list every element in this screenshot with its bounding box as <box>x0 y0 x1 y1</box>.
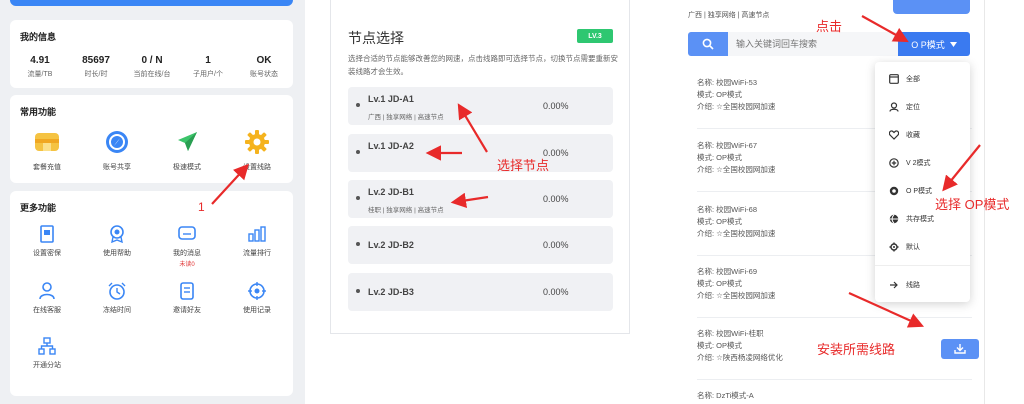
node-selection-description: 选择合适的节点能够改善您的网速，点击线路即可选择节点，切换节点需要重新安装线路才… <box>348 54 618 76</box>
menu-item-all[interactable]: 全部 <box>889 72 920 86</box>
top-bar <box>10 0 293 6</box>
stat-online: 0 / N 当前在线/台 <box>133 55 171 78</box>
chevron-down-icon <box>949 41 957 47</box>
install-route-button[interactable] <box>941 339 979 359</box>
more-my-messages[interactable]: 我的消息 未读0 <box>152 224 222 268</box>
more-functions-card: 更多功能 设置密保 使用帮助 我的消息 未读0 流量排行 在线客服 冻结时间 邀… <box>10 191 293 396</box>
node-item[interactable]: Lv.1 JD-A2 0.00% <box>348 134 613 172</box>
my-info-title: 我的信息 <box>20 32 57 42</box>
node-selection-panel: 节点选择 LV.3 选择合适的节点能够改善您的网速，点击线路即可选择节点，切换节… <box>330 0 630 334</box>
node-item[interactable]: Lv.2 JD-B1 桂职 | 独享网络 | 高速节点 0.00% <box>348 180 613 218</box>
more-online-support[interactable]: 在线客服 <box>12 281 82 315</box>
bullet-icon <box>356 242 360 246</box>
node-name: Lv.2 JD-B3 <box>368 287 414 297</box>
stat-duration: 85697 时长/时 <box>82 55 110 78</box>
node-selection-title: 节点选择 <box>348 30 404 46</box>
more-traffic-ranking[interactable]: 流量排行 <box>222 224 292 258</box>
window-icon <box>889 74 899 84</box>
stat-traffic: 4.91 流量/TB <box>27 55 53 78</box>
func-account-share[interactable]: 账号共享 <box>82 128 152 172</box>
node-percent: 0.00% <box>543 287 569 297</box>
annotation-select-node: 选择节点 <box>497 158 550 173</box>
document-icon <box>37 224 57 244</box>
search-icon <box>702 38 714 50</box>
func-fast-mode[interactable]: 极速模式 <box>152 128 222 172</box>
search-button[interactable] <box>688 32 728 56</box>
menu-item-op-mode[interactable]: O P模式 <box>889 184 932 198</box>
node-tags: 桂职 | 独享网络 | 高速节点 <box>368 207 444 214</box>
node-tags: 广西 | 独享网络 | 高速节点 <box>368 114 444 121</box>
alarm-clock-icon <box>107 281 127 301</box>
menu-divider <box>875 265 970 266</box>
more-help[interactable]: 使用帮助 <box>82 224 152 258</box>
person-icon <box>37 281 57 301</box>
route-item[interactable]: 名称: DzTi模式-A <box>697 390 972 404</box>
network-icon <box>37 336 57 356</box>
menu-item-coexist-mode[interactable]: 共存模式 <box>889 212 934 226</box>
stat-subusers: 1 子用户/个 <box>193 55 223 78</box>
invite-icon <box>177 281 197 301</box>
level-badge: LV.3 <box>577 29 613 43</box>
node-item[interactable]: Lv.2 JD-B3 0.00% <box>348 273 613 311</box>
message-icon <box>177 224 197 244</box>
more-open-substation[interactable]: 开通分站 <box>12 336 82 370</box>
top-button[interactable] <box>893 0 970 14</box>
left-panel: 我的信息 4.91 流量/TB 85697 时长/时 0 / N 当前在线/台 … <box>0 0 305 404</box>
node-name: Lv.1 JD-A2 <box>368 141 414 151</box>
func-set-route[interactable]: 设置线路 <box>222 128 292 172</box>
more-freeze-time[interactable]: 冻结时间 <box>82 281 152 315</box>
annotation-select-op-mode: 选择 OP模式 <box>935 197 1010 212</box>
menu-item-locate[interactable]: 定位 <box>889 100 920 114</box>
plus-circle-icon <box>889 158 899 168</box>
annotation-click: 点击 <box>816 19 843 34</box>
menu-item-v2-mode[interactable]: V 2模式 <box>889 156 931 170</box>
bullet-icon <box>356 289 360 293</box>
node-name: Lv.1 JD-A1 <box>368 94 414 104</box>
menu-item-default[interactable]: 默认 <box>889 240 920 254</box>
node-percent: 0.00% <box>543 101 569 111</box>
node-percent: 0.00% <box>543 240 569 250</box>
more-invite-friends[interactable]: 邀请好友 <box>152 281 222 315</box>
annotation-step-number: 1 <box>198 200 205 214</box>
bullet-icon <box>356 196 360 200</box>
breadcrumb: 广西 | 独享网络 | 高速节点 <box>688 12 770 19</box>
package-icon <box>33 128 61 156</box>
download-icon <box>954 344 966 354</box>
bullet-icon <box>356 150 360 154</box>
globe-icon <box>889 214 899 224</box>
bullet-icon <box>356 103 360 107</box>
node-name: Lv.2 JD-B2 <box>368 240 414 250</box>
paper-plane-icon <box>173 128 201 156</box>
target-icon <box>247 281 267 301</box>
node-item[interactable]: Lv.2 JD-B2 0.00% <box>348 226 613 264</box>
annotation-install-route: 安装所需线路 <box>817 342 896 357</box>
more-usage-records[interactable]: 使用记录 <box>222 281 292 315</box>
heart-icon <box>889 130 899 140</box>
menu-item-favorites[interactable]: 收藏 <box>889 128 920 142</box>
more-functions-title: 更多功能 <box>20 203 57 213</box>
my-info-card: 我的信息 4.91 流量/TB 85697 时长/时 0 / N 当前在线/台 … <box>10 20 293 88</box>
node-item[interactable]: Lv.1 JD-A1 广西 | 独享网络 | 高速节点 0.00% <box>348 87 613 125</box>
node-name: Lv.2 JD-B1 <box>368 187 414 197</box>
node-percent: 0.00% <box>543 194 569 204</box>
op-icon <box>889 186 899 196</box>
mode-dropdown-menu: 全部 定位 收藏 V 2模式 O P模式 共存模式 默认 线路 <box>875 62 970 302</box>
gear-icon <box>889 242 899 252</box>
bar-chart-icon <box>247 224 267 244</box>
unread-count: 未读0 <box>179 262 195 268</box>
more-set-security[interactable]: 设置密保 <box>12 224 82 258</box>
common-functions-title: 常用功能 <box>20 107 57 117</box>
func-package-recharge[interactable]: 套餐充值 <box>12 128 82 172</box>
search-input[interactable] <box>728 32 898 56</box>
arrow-right-icon <box>889 280 899 290</box>
compass-icon <box>103 128 131 156</box>
stat-account: OK 账号状态 <box>250 55 278 78</box>
mode-dropdown-button[interactable]: O P模式 <box>898 32 970 56</box>
menu-item-route[interactable]: 线路 <box>889 278 920 292</box>
gear-icon <box>243 128 271 156</box>
medal-icon <box>107 224 127 244</box>
location-icon <box>889 102 899 112</box>
common-functions-card: 常用功能 套餐充值 账号共享 极速模式 设置线路 <box>10 95 293 183</box>
